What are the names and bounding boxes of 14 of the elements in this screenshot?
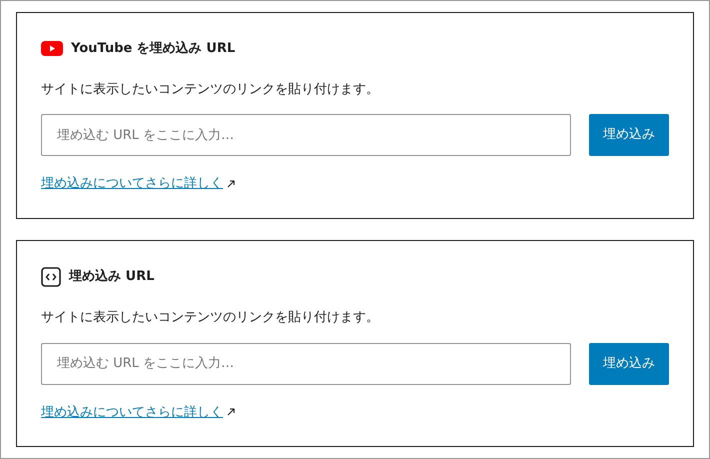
embed-button[interactable]: 埋め込み xyxy=(589,342,669,384)
url-input-field[interactable]: 埋め込む URL をここに入力… xyxy=(41,114,571,156)
learn-more-link[interactable]: 埋め込みについてさらに詳しく xyxy=(41,402,223,422)
embed-button[interactable]: 埋め込み xyxy=(589,114,669,156)
instructions-text: サイトに表示したいコンテンツのリンクを貼り付けます。 xyxy=(41,80,380,98)
url-input-field[interactable]: 埋め込む URL をここに入力… xyxy=(41,342,571,384)
code-icon xyxy=(41,267,61,287)
external-link-icon xyxy=(227,408,235,416)
external-link-icon xyxy=(227,180,235,188)
block-title: 埋め込み URL xyxy=(69,268,154,286)
instructions-text: サイトに表示したいコンテンツのリンクを貼り付けます。 xyxy=(41,309,380,327)
block-title: YouTube を埋め込み URL xyxy=(71,40,236,58)
video-play-icon xyxy=(41,41,63,56)
learn-more-link[interactable]: 埋め込みについてさらに詳しく xyxy=(41,174,223,194)
